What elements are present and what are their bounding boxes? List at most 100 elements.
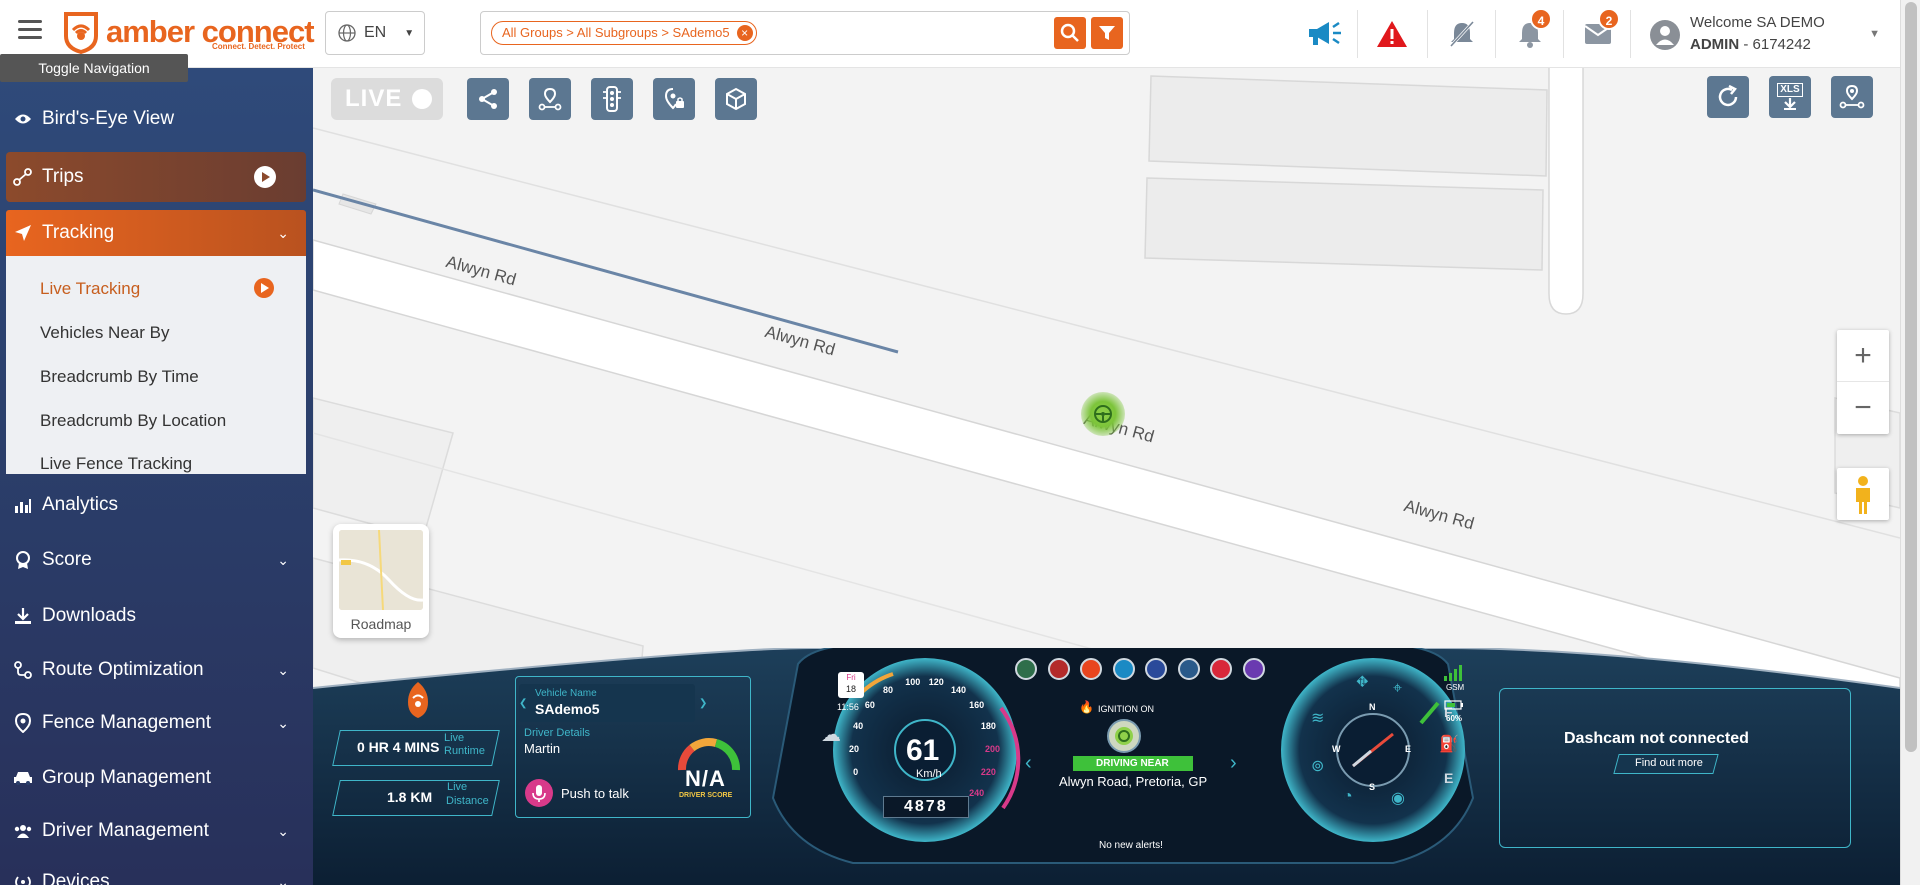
wind-icon: ≋ <box>1311 710 1325 727</box>
vehicle-marker[interactable] <box>1081 392 1125 436</box>
compass-east: E <box>1405 744 1412 754</box>
sidebar-item-trips[interactable]: Trips <box>0 152 313 202</box>
alarm-status-icon[interactable] <box>1080 658 1102 680</box>
next-vehicle-icon[interactable]: ❯ <box>699 698 707 709</box>
speedometer-tick-label: 0 <box>853 767 859 778</box>
compass-north: N <box>1369 702 1376 712</box>
language-select[interactable]: EN ▼ <box>325 11 425 55</box>
sidebar-item-label: Analytics <box>42 494 119 515</box>
route-status-icon[interactable] <box>1015 658 1037 680</box>
share-icon <box>479 89 497 109</box>
refresh-button[interactable] <box>1707 76 1749 118</box>
welcome-text: Welcome SA DEMO <box>1690 14 1825 31</box>
language-value: EN <box>364 24 387 41</box>
chevron-down-icon: ▼ <box>404 27 415 39</box>
search-button[interactable] <box>1054 17 1086 49</box>
sidebar-item-tracking[interactable]: Tracking ⌄ <box>0 208 313 258</box>
runtime-label-line2: Runtime <box>444 745 485 757</box>
message-status-icon[interactable] <box>1112 658 1135 680</box>
top-header: Toggle Navigation amber connect Connect.… <box>0 0 1920 82</box>
live-toggle-button[interactable]: LIVE <box>331 78 443 120</box>
3d-view-button[interactable] <box>715 78 757 120</box>
mute-alerts-button[interactable] <box>1442 14 1482 54</box>
navigation-arrow-icon <box>12 222 34 244</box>
submenu-live-fence-tracking[interactable]: Live Fence Tracking <box>40 454 192 474</box>
live-label: LIVE <box>345 85 403 112</box>
route-pin-icon <box>538 87 562 111</box>
scrollbar-thumb[interactable] <box>1905 2 1917 752</box>
sidebar-item-label: Driver Management <box>42 820 209 841</box>
route-history-button[interactable] <box>1831 76 1873 118</box>
user-menu[interactable]: Welcome SA DEMO ADMIN - 6174242 ▼ <box>1650 12 1880 56</box>
compass-west: W <box>1332 744 1341 754</box>
speedometer-tick-label: 220 <box>980 767 996 778</box>
directions-button[interactable] <box>529 78 571 120</box>
geofence-button[interactable] <box>653 78 695 120</box>
traffic-button[interactable] <box>591 78 633 120</box>
submenu-vehicles-near-by[interactable]: Vehicles Near By <box>40 323 169 343</box>
sidebar-item-route-optimization[interactable]: Route Optimization ⌄ <box>0 645 313 695</box>
selected-vehicle-path: All Groups > All Subgroups > SAdemo5 <box>502 25 730 40</box>
tracking-status-icon[interactable] <box>1177 658 1200 680</box>
zoom-out-button[interactable]: − <box>1837 382 1889 434</box>
street-view-pegman[interactable] <box>1837 468 1889 520</box>
battery-level: 60% <box>1446 714 1463 723</box>
announcements-button[interactable] <box>1304 14 1344 54</box>
notifications-button[interactable]: 4 <box>1510 8 1552 54</box>
submenu-live-tracking[interactable]: Live Tracking <box>40 279 140 299</box>
amber-small-logo-icon <box>408 682 428 718</box>
warning-triangle-icon <box>1377 21 1407 47</box>
selected-vehicle-chip: All Groups > All Subgroups > SAdemo5 × <box>491 21 757 45</box>
gsm-label: GSM <box>1446 683 1465 692</box>
driver-name: Martin <box>524 741 561 756</box>
amber-logo-icon <box>64 12 98 54</box>
amber-connect-logo[interactable]: amber connect Connect. Detect. Protect <box>62 8 315 56</box>
date-day: Fri <box>846 673 856 682</box>
filter-button[interactable] <box>1091 17 1123 49</box>
messages-button[interactable]: 2 <box>1578 8 1620 54</box>
sidebar-item-devices[interactable]: Devices ⌄ <box>0 857 313 885</box>
submenu-breadcrumb-by-time[interactable]: Breadcrumb By Time <box>40 367 199 387</box>
prev-vehicle-icon[interactable]: ❮ <box>519 698 527 709</box>
analytics-status-icon[interactable] <box>1047 658 1070 680</box>
zoom-in-button[interactable]: + <box>1837 330 1889 382</box>
live-indicator-dot <box>412 89 433 109</box>
route-pin-icon <box>1839 84 1865 109</box>
share-button[interactable] <box>467 78 509 120</box>
location-pin-icon <box>12 712 34 734</box>
sidebar-item-fence-management[interactable]: Fence Management ⌄ <box>0 698 313 748</box>
shield-status-icon[interactable] <box>1145 658 1167 680</box>
page-scrollbar[interactable] <box>1900 0 1920 885</box>
document-status-icon[interactable] <box>1242 658 1265 680</box>
map-type-roadmap-button[interactable]: Roadmap <box>333 524 429 638</box>
download-icon <box>12 605 34 627</box>
microphone-icon <box>532 785 546 802</box>
odometer-value: 4878 <box>904 798 948 815</box>
sidebar-item-birds-eye-view[interactable]: Bird's-Eye View <box>0 94 313 144</box>
push-to-talk-button[interactable] <box>525 779 553 807</box>
current-time: 11:56 <box>837 702 859 712</box>
submenu-breadcrumb-by-location[interactable]: Breadcrumb By Location <box>40 411 226 431</box>
sidebar-item-label: Devices <box>42 871 110 885</box>
pegman-icon <box>1856 476 1870 514</box>
next-info-icon[interactable]: › <box>1230 752 1237 775</box>
dashcam-status-icon[interactable] <box>1210 658 1232 680</box>
live-tracking-map[interactable]: Alwyn Rd Alwyn Rd Alwyn Rd Alwyn Rd LIVE… <box>313 68 1900 885</box>
chevron-down-double-icon: ⌄ <box>277 714 289 731</box>
megaphone-icon <box>1309 21 1341 45</box>
vehicle-search-field[interactable]: All Groups > All Subgroups > SAdemo5 × <box>480 11 1130 55</box>
car-icon <box>12 767 34 789</box>
export-xls-button[interactable]: XLS <box>1769 76 1811 118</box>
prev-info-icon[interactable]: ‹ <box>1025 752 1032 775</box>
sidebar-item-downloads[interactable]: Downloads <box>0 591 313 641</box>
clear-chip-icon[interactable]: × <box>736 25 753 41</box>
rpm-icon: ◔ <box>1343 788 1353 805</box>
sidebar-item-driver-management[interactable]: Driver Management ⌄ <box>0 806 313 856</box>
route-optimization-icon <box>12 659 34 681</box>
alerts-button[interactable] <box>1372 14 1412 54</box>
sidebar-item-score[interactable]: Score ⌄ <box>0 535 313 585</box>
sidebar-item-analytics[interactable]: Analytics <box>0 480 313 530</box>
sidebar-item-group-management[interactable]: Group Management <box>0 753 313 803</box>
distance-label-line1: Live <box>447 781 468 793</box>
hamburger-menu-icon[interactable] <box>18 20 42 40</box>
